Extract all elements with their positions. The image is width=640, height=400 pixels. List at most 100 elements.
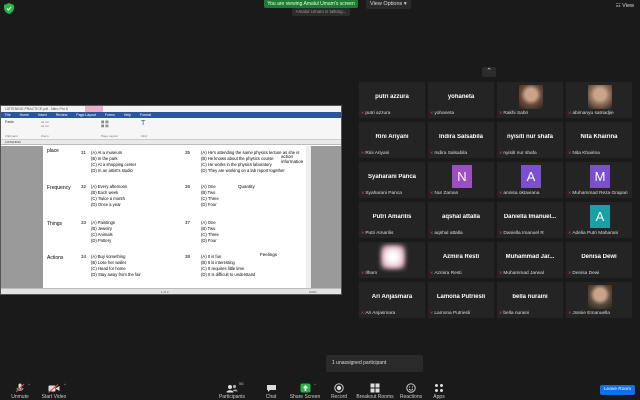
- participant-blurred-video: [381, 245, 405, 269]
- participant-tile[interactable]: bella nuraini ✕bella nuraini: [496, 281, 564, 319]
- doc-statusbar: 1 of 2 100%: [1, 288, 341, 294]
- answer-option: (D) In an artist's studio: [91, 168, 133, 173]
- participant-tile[interactable]: putri azzura ✕putri azzura: [358, 81, 426, 119]
- mic-muted-icon: ✕: [430, 230, 434, 235]
- paste-label: Paste: [5, 120, 14, 124]
- answer-option: (A) Buy something: [91, 254, 126, 259]
- share-options-caret[interactable]: ^: [314, 382, 316, 387]
- gallery-up-button[interactable]: ⌃: [482, 67, 496, 77]
- apps-button[interactable]: Apps: [428, 378, 450, 400]
- question-number: 37: [185, 220, 191, 225]
- participant-display-name: Ari Anjasmara: [371, 294, 413, 300]
- participant-tile[interactable]: ✕Ilham: [358, 241, 426, 279]
- video-options-caret[interactable]: ^: [64, 382, 66, 387]
- participant-display-name: Azmira Resti: [442, 254, 480, 260]
- question-number: 31: [81, 150, 87, 155]
- participant-display-name: Muhammad Jar...: [505, 254, 555, 260]
- participant-tile[interactable]: Muhammad Jar... ✕Muhammad Jarwal: [496, 241, 564, 279]
- find-label: Find: [141, 134, 147, 138]
- participant-avatar: N: [452, 165, 472, 188]
- participant-tile[interactable]: Denisa Dewi ✕Denisa Dewi: [565, 241, 633, 279]
- page-layout-tool: ▤ ▤ ▤ ▤: [101, 120, 109, 128]
- participant-tile[interactable]: Lamona Putriesli ✕Lamona Putriesli: [427, 281, 495, 319]
- participant-tile[interactable]: nyisiti nur shafa ✕nyisiti nur shafa: [496, 121, 564, 159]
- participant-tile[interactable]: M ✕Muhammad Reza Grapari: [565, 161, 633, 199]
- participant-label-text: Azmira Resti: [434, 271, 462, 276]
- participant-tile[interactable]: Rini Ariyani ✕Rini Ariyani: [358, 121, 426, 159]
- participant-name-label: ✕Adelia Putri Maharani: [568, 230, 618, 236]
- participant-name-label: ✕abimanyu satriadjie: [568, 110, 614, 116]
- participant-tile[interactable]: Nita Khairina ✕Nita Khairina: [565, 121, 633, 159]
- participant-name-label: ✕Muhammad Reza Grapari: [568, 190, 628, 196]
- view-button[interactable]: ☷ View: [616, 3, 634, 9]
- participant-tile[interactable]: N ✕Nur Zaman: [427, 161, 495, 199]
- answer-option: (D) Once a year: [91, 202, 121, 207]
- participant-avatar: M: [590, 165, 610, 188]
- participant-tile[interactable]: Syaharani Panca ✕Syaharani Panca: [358, 161, 426, 199]
- participant-photo: [588, 85, 612, 109]
- participant-tile[interactable]: A ✕annisa oktaviana: [496, 161, 564, 199]
- mic-muted-icon: ✕: [499, 230, 503, 235]
- security-shield-icon[interactable]: [4, 3, 14, 14]
- side-note: Feelings: [260, 252, 278, 257]
- participant-tile[interactable]: Daniella Imanuel... ✕Daniella Imanuel R: [496, 201, 564, 239]
- view-label: View: [622, 3, 634, 9]
- participant-name-label: ✕Muhammad Jarwal: [499, 270, 544, 276]
- participant-tile[interactable]: Indira Salsabila ✕Indira Salsabila: [427, 121, 495, 159]
- mic-muted-icon: ✕: [568, 270, 572, 275]
- participant-label-text: Denisa Dewi: [572, 271, 600, 276]
- answer-option: (C) Twice a month: [91, 196, 125, 201]
- clipboard-caption: Clipboard: [5, 134, 18, 138]
- doc-tabs: LISTENING: [1, 140, 341, 145]
- participant-tile[interactable]: ✕Jossie Emanuella: [565, 281, 633, 319]
- mic-muted-icon: ✕: [568, 150, 572, 155]
- participant-tile[interactable]: yohaneta ✕yohaneta: [427, 81, 495, 119]
- answer-option: (A) Paintings: [91, 220, 115, 225]
- start-video-label: Start Video: [41, 394, 67, 400]
- participant-label-text: Syaharani Panca: [365, 191, 402, 196]
- unassigned-participants[interactable]: 1 unassigned participant: [326, 355, 423, 372]
- answer-option: (A) At a museum: [91, 150, 123, 155]
- participant-name-label: ✕yohaneta: [430, 110, 454, 116]
- share-screen-label: Share Screen: [289, 394, 321, 400]
- participant-tile[interactable]: Azmira Resti ✕Azmira Resti: [427, 241, 495, 279]
- participant-tile[interactable]: ✕Rakhi Sabri: [496, 81, 564, 119]
- participant-label-text: abimanyu satriadjie: [572, 111, 614, 116]
- shared-screen: LISTENING PRACTICE.pdf - Nitro Pro 8 Fil…: [0, 105, 342, 295]
- leave-room-button[interactable]: Leave Room: [600, 385, 635, 395]
- participant-display-name: Denisa Dewi: [581, 254, 617, 260]
- mic-muted-icon: [14, 383, 26, 393]
- participant-display-name: Rini Ariyani: [375, 134, 409, 140]
- zoom-window: You are viewing Amalul Umam's screen Vie…: [0, 0, 640, 400]
- participant-label-text: Muhammad Jarwal: [503, 271, 544, 276]
- record-button[interactable]: Record: [326, 378, 352, 400]
- breakout-rooms-icon: [369, 383, 381, 393]
- unassigned-text: 1 unassigned participant: [332, 360, 387, 366]
- view-options-button[interactable]: View Options ▾: [366, 0, 411, 9]
- participant-display-name: bella nuraini: [512, 294, 548, 300]
- answer-option: (A) Every afternoon: [91, 184, 128, 189]
- reactions-button[interactable]: Reactions: [396, 378, 426, 400]
- participant-tile[interactable]: ✕abimanyu satriadjie: [565, 81, 633, 119]
- doc-page: place 31 (A) At a museum (B) In the park (C)…: [43, 146, 307, 290]
- mic-muted-icon: ✕: [499, 270, 503, 275]
- participant-name-label: ✕Syaharani Panca: [361, 190, 402, 196]
- participant-label-text: putri azzura: [365, 111, 391, 116]
- doc-scrollbar[interactable]: [306, 146, 311, 290]
- participant-tile[interactable]: Putri Amarilis ✕Putri Amarilis: [358, 201, 426, 239]
- participant-name-label: ✕nyisiti nur shafa: [499, 150, 537, 156]
- participant-display-name: aqshal attalla: [441, 214, 480, 220]
- participant-tile[interactable]: aqshal attalla ✕aqshal attalla: [427, 201, 495, 239]
- chat-button[interactable]: Chat: [258, 378, 284, 400]
- participant-label-text: Ari Anjasmara: [365, 311, 396, 316]
- audio-options-caret[interactable]: ^: [28, 382, 30, 387]
- participant-photo: [519, 85, 543, 109]
- participant-tile[interactable]: Ari Anjasmara ✕Ari Anjasmara: [358, 281, 426, 319]
- participants-icon: [226, 383, 238, 393]
- breakout-rooms-button[interactable]: Breakout Rooms: [356, 378, 394, 400]
- doc-title-tab: [85, 106, 103, 112]
- participant-display-name: putri azzura: [375, 94, 409, 100]
- participant-name-label: ✕Ilham: [361, 270, 377, 276]
- participant-label-text: nyisiti nur shafa: [503, 151, 537, 156]
- participant-tile[interactable]: A ✕Adelia Putri Maharani: [565, 201, 633, 239]
